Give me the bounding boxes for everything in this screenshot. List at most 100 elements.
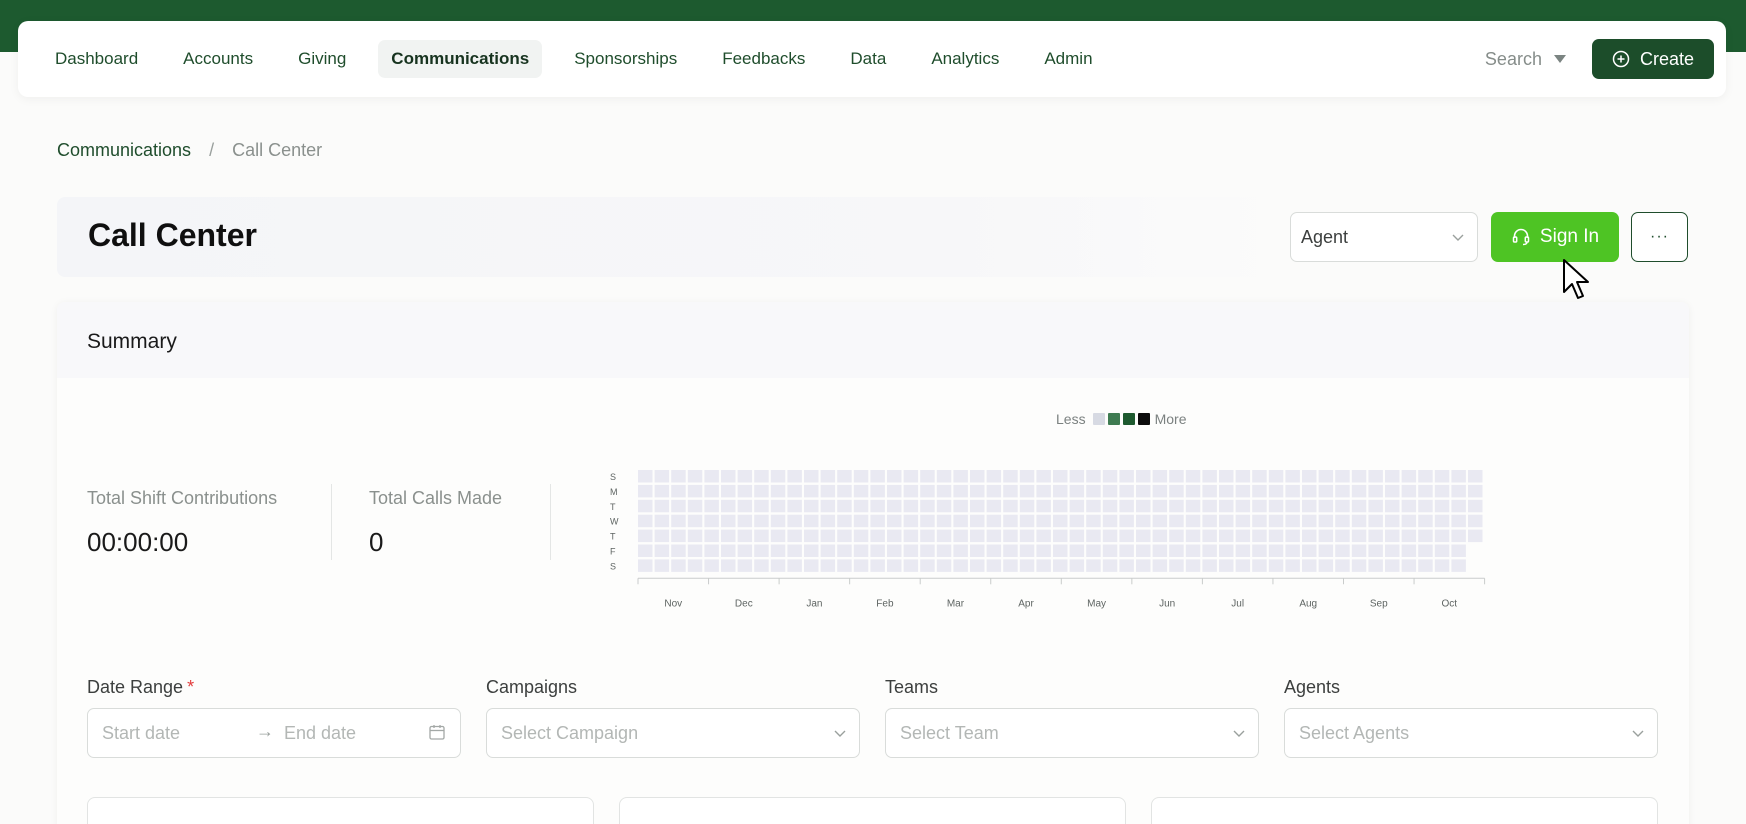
date-range-label: Date Range * (87, 677, 194, 698)
stat-value-calls-made: 0 (369, 527, 384, 557)
heatmap-cell (654, 484, 670, 498)
search-dropdown[interactable]: Search (1485, 49, 1566, 70)
heatmap-cell (837, 559, 852, 572)
heatmap-month-label: Aug (1299, 598, 1317, 609)
stat-label-calls-made: Total Calls Made (369, 488, 503, 508)
heatmap-cell (1368, 484, 1383, 498)
heatmap-cell (1418, 544, 1433, 557)
heatmap-legend: Less More (1056, 411, 1186, 427)
heatmap-cell (671, 514, 686, 528)
heatmap-cell (1335, 529, 1350, 543)
heatmap-cell (687, 514, 703, 528)
more-options-button[interactable]: ··· (1631, 212, 1688, 262)
sign-in-button[interactable]: Sign In (1491, 212, 1619, 262)
stat-panel (87, 797, 594, 824)
heatmap-cell (1318, 514, 1334, 528)
agents-select[interactable]: Select Agents (1284, 708, 1658, 758)
heatmap-cell (704, 559, 719, 572)
heatmap-cell (970, 470, 985, 483)
heatmap-cell (870, 514, 885, 528)
heatmap-cell (853, 514, 869, 528)
heatmap-cell (1136, 499, 1151, 513)
heatmap-cell (1136, 544, 1151, 557)
campaign-select[interactable]: Select Campaign (486, 708, 860, 758)
heatmap-cell (1086, 529, 1101, 543)
heatmap-cell (1385, 470, 1400, 483)
heatmap-cell (754, 529, 769, 543)
legend-swatch (1092, 413, 1105, 425)
breadcrumb-communications[interactable]: Communications (57, 140, 191, 161)
heatmap-cell (1169, 484, 1184, 498)
heatmap-cell (903, 544, 919, 557)
heatmap-cell (853, 470, 869, 483)
nav-data[interactable]: Data (837, 40, 899, 78)
role-select[interactable]: Agent (1290, 212, 1478, 262)
heatmap-cell (837, 484, 852, 498)
heatmap-cell (903, 529, 919, 543)
chevron-down-icon (1632, 730, 1644, 737)
heatmap-cell (704, 484, 719, 498)
nav-communications[interactable]: Communications (378, 40, 543, 78)
heatmap-cell (1069, 484, 1085, 498)
heatmap-cell (1468, 470, 1483, 483)
heatmap-cell (1136, 514, 1151, 528)
date-range-picker[interactable]: Start date → End date (87, 708, 461, 758)
heatmap-cell (721, 514, 736, 528)
chevron-down-icon (1452, 234, 1464, 241)
end-date-input[interactable]: End date (284, 723, 356, 744)
heatmap-cell (887, 514, 902, 528)
heatmap-cell (1252, 559, 1267, 572)
heatmap-cell (1019, 484, 1035, 498)
nav-dashboard[interactable]: Dashboard (42, 40, 151, 78)
sign-in-label: Sign In (1539, 226, 1600, 247)
heatmap-cell (1202, 529, 1217, 543)
heatmap-cell (1202, 484, 1217, 498)
heatmap-cell (770, 470, 786, 483)
heatmap-cell (1202, 499, 1217, 513)
nav-sponsorships[interactable]: Sponsorships (561, 40, 690, 78)
heatmap-cell (1385, 559, 1400, 572)
heatmap-cell (1401, 559, 1417, 572)
heatmap-cell (1119, 514, 1134, 528)
heatmap-cell (853, 559, 869, 572)
nav-giving[interactable]: Giving (285, 40, 359, 78)
heatmap-cell (1102, 559, 1118, 572)
heatmap-cell (1185, 499, 1201, 513)
heatmap-month-label: Apr (1018, 598, 1034, 609)
heatmap-cell (820, 514, 836, 528)
heatmap-day-label: M (610, 487, 618, 497)
heatmap-cell (1119, 484, 1134, 498)
heatmap-cell (1318, 559, 1334, 572)
start-date-input[interactable]: Start date (102, 723, 180, 744)
heatmap-cell (1169, 499, 1184, 513)
heatmap-cell (1434, 559, 1450, 572)
campaigns-label: Campaigns (486, 677, 578, 697)
breadcrumb-current: Call Center (232, 140, 323, 160)
heatmap-day-label: S (610, 472, 616, 482)
nav-feedbacks[interactable]: Feedbacks (709, 40, 818, 78)
heatmap-cell (1335, 514, 1350, 528)
nav-analytics[interactable]: Analytics (918, 40, 1012, 78)
heatmap-cell (1418, 470, 1433, 483)
stat-divider (331, 484, 332, 560)
mouse-pointer-icon (1563, 259, 1589, 299)
heatmap-cell (1152, 470, 1168, 483)
heatmap-cell (1036, 544, 1051, 557)
nav-admin[interactable]: Admin (1031, 40, 1105, 78)
heatmap-cell (1252, 514, 1267, 528)
legend-swatch (1107, 413, 1120, 425)
team-select[interactable]: Select Team (885, 708, 1259, 758)
heatmap-cell (721, 544, 736, 557)
nav-accounts[interactable]: Accounts (170, 40, 266, 78)
heatmap-cell (1053, 484, 1068, 498)
heatmap-cell (1185, 529, 1201, 543)
heatmap-cell (1102, 514, 1118, 528)
create-button[interactable]: Create (1591, 39, 1714, 79)
legend-swatch (1137, 413, 1150, 425)
heatmap-cell (1202, 470, 1217, 483)
heatmap-cell (1185, 559, 1201, 572)
heatmap-cell (1351, 470, 1367, 483)
heatmap-cell (1302, 544, 1317, 557)
heatmap-cell (837, 470, 852, 483)
heatmap-cell (787, 544, 802, 557)
